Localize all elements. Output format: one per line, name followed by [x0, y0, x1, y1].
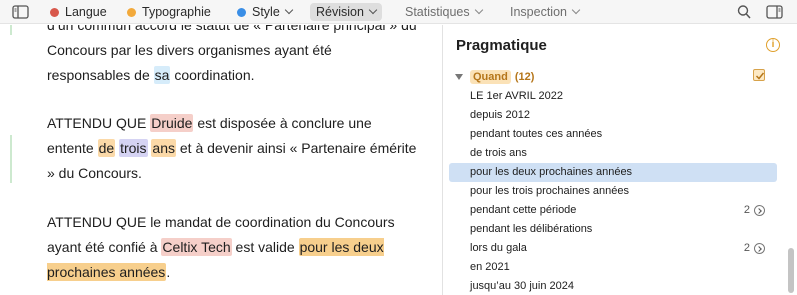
toolbar: Langue Typographie Style Révision Statis…: [0, 0, 797, 24]
list-item-label: en 2021: [470, 261, 510, 273]
highlight-langue[interactable]: Druide: [150, 114, 194, 132]
list-item[interactable]: en 2021: [449, 258, 777, 277]
highlight-revision[interactable]: trois: [119, 139, 148, 157]
list-item[interactable]: depuis 2012: [449, 106, 777, 125]
list-item[interactable]: pendant cette période 2: [449, 201, 777, 220]
checkmark-icon: [755, 72, 765, 80]
panel-scrollbar[interactable]: [788, 248, 794, 293]
langue-dot-icon: [50, 7, 59, 17]
typographie-dot-icon: [127, 7, 136, 17]
occurrence-count: 2: [743, 204, 750, 216]
list-item[interactable]: pendant les délibérations: [449, 220, 777, 239]
text-line: responsables de sa coordination.: [47, 66, 255, 84]
highlight-typographie[interactable]: ans: [151, 139, 176, 157]
revision-button[interactable]: Révision: [310, 3, 382, 21]
inspection-label: Inspection: [510, 5, 567, 19]
typographie-button[interactable]: Typographie: [127, 3, 211, 21]
langue-button[interactable]: Langue: [50, 3, 107, 21]
langue-label: Langue: [65, 5, 107, 19]
list-item-label: pour les deux prochaines années: [470, 166, 633, 178]
group-checkbox[interactable]: [753, 69, 765, 81]
occurrence-count-badge[interactable]: 2: [744, 239, 765, 258]
typographie-label: Typographie: [142, 5, 211, 19]
text-line: Concours par les divers organismes ayant…: [47, 42, 332, 58]
statistiques-label: Statistiques: [405, 5, 470, 19]
paragraph: ATTENDU QUE le mandat de coordination du…: [47, 214, 395, 281]
group-count: (12): [514, 71, 535, 83]
list-item[interactable]: pour les deux prochaines années: [449, 163, 777, 182]
list-item-label: pendant les délibérations: [470, 223, 593, 235]
chevron-right-circle-icon[interactable]: [754, 205, 765, 216]
change-bar: [10, 25, 12, 35]
style-label: Style: [252, 5, 280, 19]
paragraph: ATTENDU QUE Druide est disposée à conclu…: [47, 114, 417, 181]
text-line: d’un commun accord le statut de « Parten…: [47, 25, 417, 33]
highlight-typographie[interactable]: de: [97, 139, 116, 157]
highlight-langue[interactable]: Celtix Tech: [161, 238, 232, 256]
occurrence-count: 2: [743, 242, 750, 254]
paragraph: d’un commun accord le statut de « Parten…: [47, 25, 419, 88]
panel-toggle-icon[interactable]: [766, 4, 783, 20]
list-item-label: pendant cette période: [470, 204, 577, 216]
list-item-label: pour les trois prochaines années: [470, 185, 629, 197]
highlight-style[interactable]: sa: [153, 66, 171, 84]
info-icon[interactable]: i: [766, 38, 780, 52]
sidebar-toggle-icon[interactable]: [12, 4, 29, 20]
list-item[interactable]: jusqu’au 30 juin 2024: [449, 277, 777, 295]
statistiques-button[interactable]: Statistiques: [405, 3, 483, 21]
change-bar: [10, 135, 12, 183]
style-button[interactable]: Style: [237, 3, 294, 21]
list-item[interactable]: pendant toutes ces années: [449, 125, 777, 144]
pragmatique-panel: Pragmatique i Quand (12) LE 1er AVRIL 20…: [443, 25, 797, 295]
chevron-down-icon: [571, 5, 581, 15]
list-item-label: depuis 2012: [470, 109, 530, 121]
inspection-button[interactable]: Inspection: [510, 3, 581, 21]
list-item-label: LE 1er AVRIL 2022: [470, 90, 563, 102]
chevron-down-icon: [474, 5, 483, 15]
document-editor[interactable]: d’un commun accord le statut de « Parten…: [0, 25, 428, 295]
list-item[interactable]: de trois ans: [449, 144, 777, 163]
list-item-label: lors du gala: [470, 242, 527, 254]
list-item[interactable]: LE 1er AVRIL 2022: [449, 87, 777, 106]
chevron-down-icon: [368, 5, 378, 15]
list-item-label: pendant toutes ces années: [470, 128, 603, 140]
chevron-right-circle-icon[interactable]: [754, 243, 765, 254]
list-item-label: de trois ans: [470, 147, 527, 159]
revision-label: Révision: [316, 5, 364, 19]
search-icon[interactable]: [737, 4, 752, 20]
list-item-label: jusqu’au 30 juin 2024: [470, 280, 574, 292]
group-label: Quand: [470, 70, 511, 84]
list-item[interactable]: pour les trois prochaines années: [449, 182, 777, 201]
occurrence-count-badge[interactable]: 2: [744, 201, 765, 220]
disclosure-triangle-icon[interactable]: [455, 74, 463, 80]
style-dot-icon: [237, 7, 246, 17]
panel-title: Pragmatique: [456, 37, 547, 54]
group-header-quand[interactable]: Quand (12): [455, 68, 534, 86]
list-item[interactable]: lors du gala 2: [449, 239, 777, 258]
chevron-down-icon: [284, 5, 294, 15]
